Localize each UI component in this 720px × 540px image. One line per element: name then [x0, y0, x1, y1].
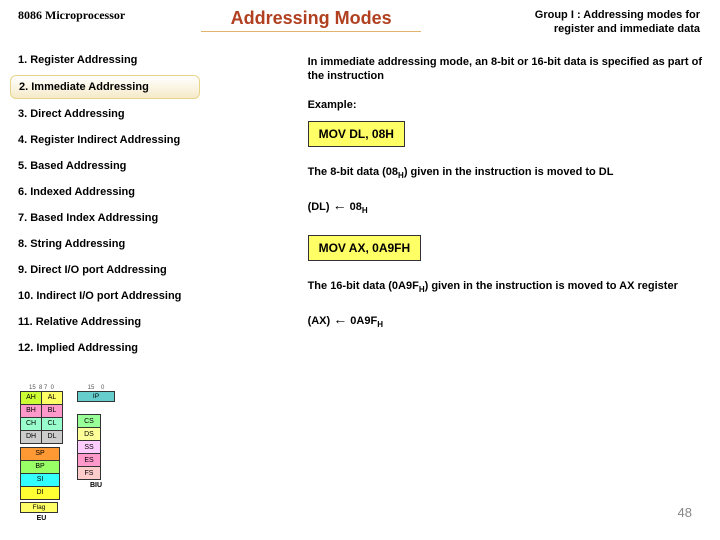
intro-text: In immediate addressing mode, an 8-bit o…: [308, 55, 702, 85]
biu-label: BIU: [77, 482, 115, 489]
explanation: In immediate addressing mode, an 8-bit o…: [308, 47, 720, 361]
register-diagram: 15 8 7 0 AHAL BHBL CHCL DHDL SP BP SI DI…: [20, 385, 170, 522]
mode-item-11: 11. Relative Addressing: [18, 309, 308, 335]
mode-item-9: 9. Direct I/O port Addressing: [18, 257, 308, 283]
example1-code: MOV DL, 08H: [308, 121, 405, 147]
group-label: Group I : Addressing modes for register …: [451, 8, 700, 37]
mode-item-4: 4. Register Indirect Addressing: [18, 127, 308, 153]
mode-item-5: 5. Based Addressing: [18, 153, 308, 179]
index-regs: SP BP SI DI: [20, 447, 60, 500]
example2-assignment: (AX) ← 0A9FH: [308, 310, 702, 331]
example1-desc: The 8-bit data (08H) given in the instru…: [308, 165, 702, 182]
mode-item-12: 12. Implied Addressing: [18, 335, 308, 361]
example2-code: MOV AX, 0A9FH: [308, 235, 422, 261]
ip-reg: IP: [77, 391, 115, 402]
gp-regs-8bit: AHAL BHBL CHCL DHDL: [20, 391, 63, 444]
content-area: 1. Register Addressing 2. Immediate Addr…: [0, 47, 720, 361]
title-underline: [201, 31, 421, 32]
title-block: Addressing Modes: [201, 8, 421, 32]
mode-item-8: 8. String Addressing: [18, 231, 308, 257]
example2-desc: The 16-bit data (0A9FH) given in the ins…: [308, 279, 702, 296]
left-arrow-icon: ←: [333, 311, 347, 327]
page-number: 48: [678, 505, 692, 520]
example1-assignment: (DL) ← 08H: [308, 196, 702, 217]
mode-item-7: 7. Based Index Addressing: [18, 205, 308, 231]
eu-label: EU: [20, 515, 63, 522]
left-arrow-icon: ←: [333, 197, 347, 213]
slide-header: 8086 Microprocessor Addressing Modes Gro…: [0, 0, 720, 37]
mode-item-6: 6. Indexed Addressing: [18, 179, 308, 205]
mode-item-2-selected: 2. Immediate Addressing: [10, 75, 200, 99]
slide-title: Addressing Modes: [201, 8, 421, 29]
mode-item-3: 3. Direct Addressing: [18, 101, 308, 127]
mode-list: 1. Register Addressing 2. Immediate Addr…: [0, 47, 308, 361]
flag-reg: Flag: [20, 502, 58, 513]
segment-regs: CS DS SS ES FS: [77, 414, 101, 480]
example-label: Example:: [308, 98, 702, 113]
mode-item-10: 10. Indirect I/O port Addressing: [18, 283, 308, 309]
subject-label: 8086 Microprocessor: [18, 8, 171, 23]
mode-item-1: 1. Register Addressing: [18, 47, 308, 73]
